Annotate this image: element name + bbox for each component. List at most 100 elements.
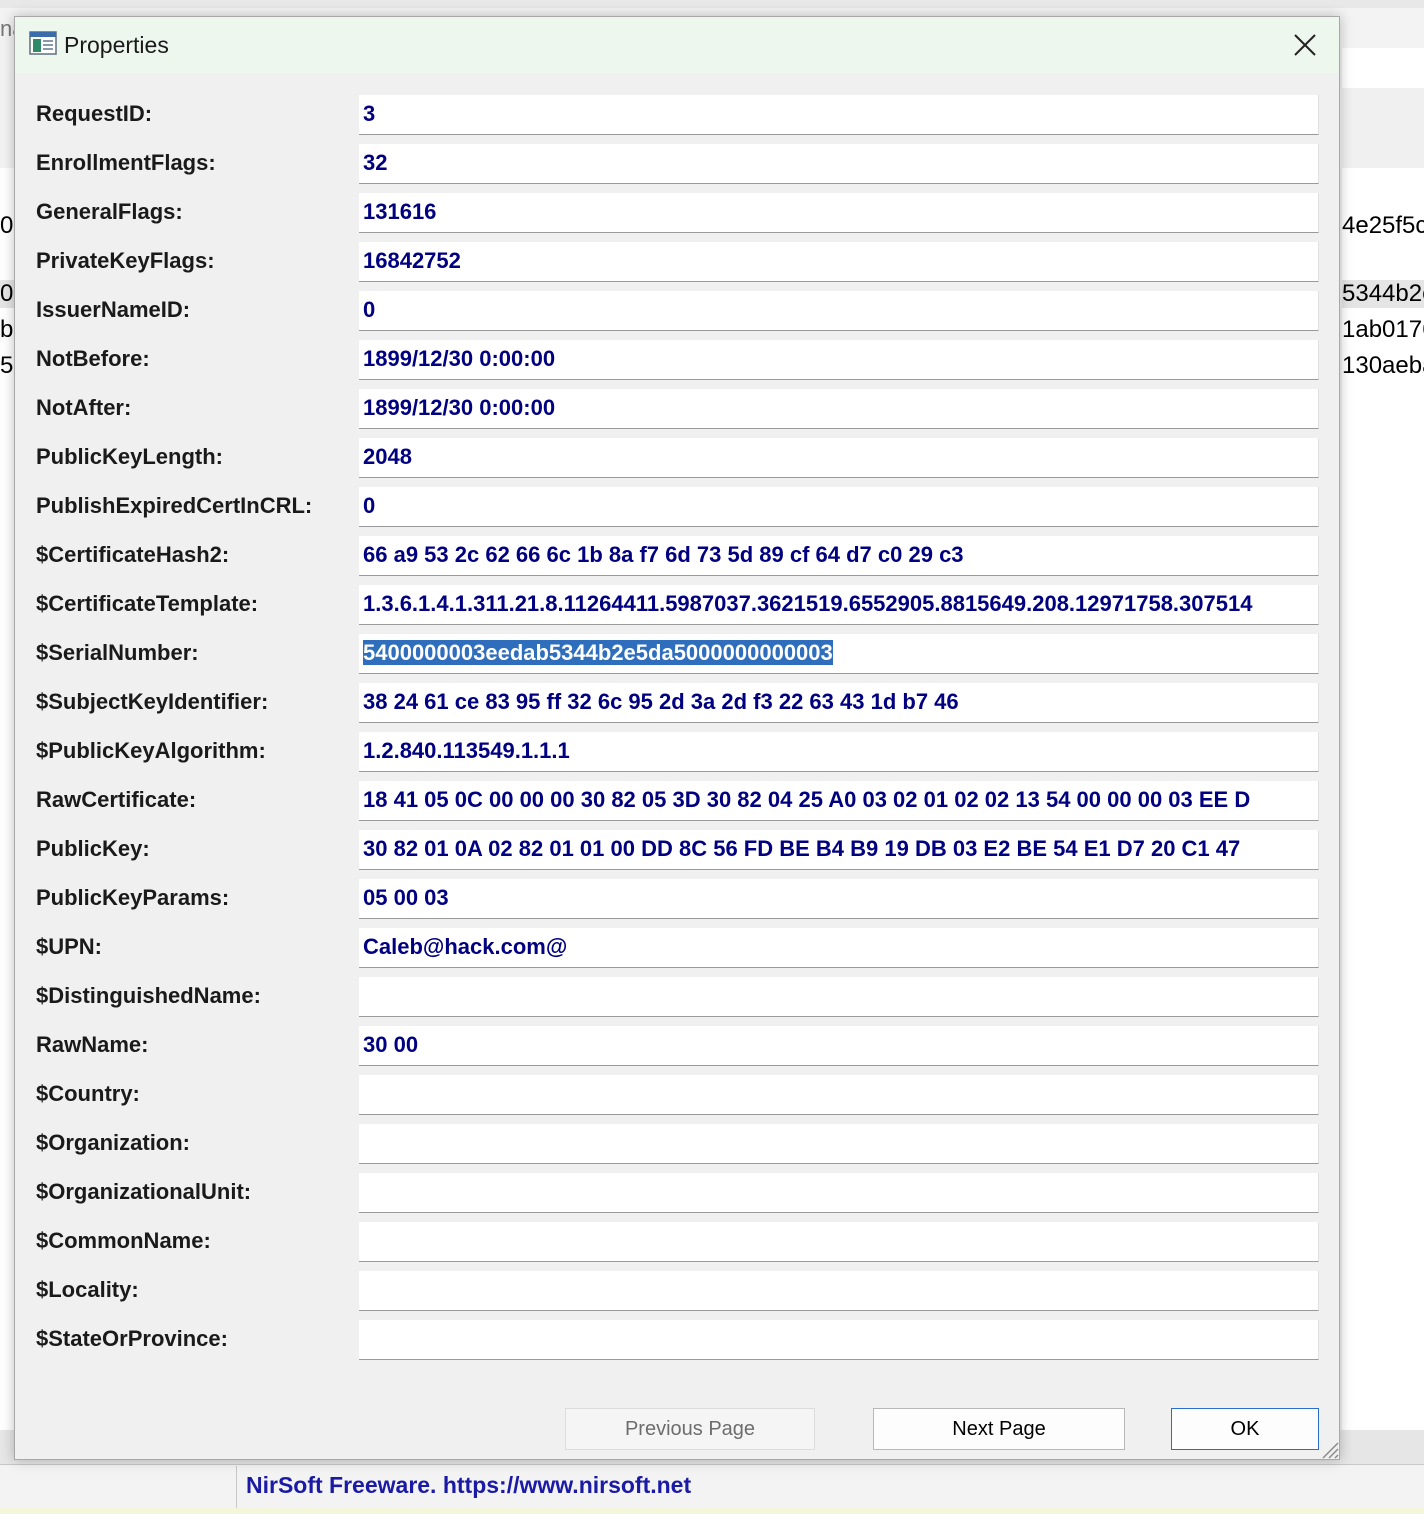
property-label: IssuerNameID: — [36, 297, 191, 322]
property-label: PublicKeyParams: — [36, 885, 230, 910]
dialog-title: Properties — [64, 32, 169, 58]
property-row: $Country: — [15, 1075, 1339, 1115]
property-row: PublicKey: 30 82 01 0A 02 82 01 01 00 DD … — [15, 830, 1339, 870]
list-item[interactable]: 1ab0176 — [1342, 316, 1424, 344]
property-value-field[interactable] — [359, 1124, 1319, 1164]
property-row: $StateOrProvince: — [15, 1320, 1339, 1360]
property-row: PrivateKeyFlags: 16842752 — [15, 242, 1339, 282]
property-row: RawName: 30 00 — [15, 1026, 1339, 1066]
property-row: EnrollmentFlags: 32 — [15, 144, 1339, 184]
property-value-field[interactable]: 38 24 61 ce 83 95 ff 32 6c 95 2d 3a 2d f… — [359, 683, 1319, 723]
property-label: $Organization: — [36, 1130, 191, 1155]
property-label: $DistinguishedName: — [36, 983, 261, 1008]
property-row: PublishExpiredCertInCRL: 0 — [15, 487, 1339, 527]
selected-text[interactable]: 5400000003eedab5344b2e5da5000000000003 — [363, 640, 833, 665]
property-value-field[interactable]: 66 a9 53 2c 62 66 6c 1b 8a f7 6d 73 5d 8… — [359, 536, 1319, 576]
list-item[interactable]: 0 — [0, 280, 14, 308]
property-row: $CommonName: — [15, 1222, 1339, 1262]
property-label: $CertificateHash2: — [36, 542, 230, 567]
property-label: $SerialNumber: — [36, 640, 199, 665]
dialog-titlebar[interactable]: Properties — [15, 17, 1339, 73]
property-value-field[interactable]: 2048 — [359, 438, 1319, 478]
property-label: $StateOrProvince: — [36, 1326, 228, 1351]
property-label: $PublicKeyAlgorithm: — [36, 738, 266, 763]
background-toolbar — [1342, 48, 1424, 88]
property-value-field[interactable]: 5400000003eedab5344b2e5da5000000000003 — [359, 634, 1319, 674]
property-row: $UPN: Caleb@hack.com@ — [15, 928, 1339, 968]
property-value-field[interactable]: 0 — [359, 487, 1319, 527]
property-value-field[interactable]: Caleb@hack.com@ — [359, 928, 1319, 968]
property-row: $CertificateTemplate: 1.3.6.1.4.1.311.21.… — [15, 585, 1339, 625]
list-item[interactable]: 0 — [0, 212, 13, 240]
list-item[interactable]: b — [0, 316, 13, 344]
next-page-button[interactable]: Next Page — [873, 1408, 1125, 1450]
property-label: $OrganizationalUnit: — [36, 1179, 252, 1204]
bottom-edge — [0, 1508, 1424, 1514]
list-item[interactable]: 5344b2e — [1342, 280, 1424, 308]
property-label: RequestID: — [36, 101, 153, 126]
property-row: RawCertificate: 18 41 05 0C 00 00 00 30 8… — [15, 781, 1339, 821]
property-value-field[interactable] — [359, 977, 1319, 1017]
property-value-field[interactable]: 30 00 — [359, 1026, 1319, 1066]
property-row: $Organization: — [15, 1124, 1339, 1164]
property-value-field[interactable]: 0 — [359, 291, 1319, 331]
close-icon — [1294, 34, 1316, 56]
property-value-field[interactable]: 131616 — [359, 193, 1319, 233]
property-value-field[interactable]: 1899/12/30 0:00:00 — [359, 340, 1319, 380]
property-label: $CertificateTemplate: — [36, 591, 259, 616]
property-label: PublishExpiredCertInCRL: — [36, 493, 313, 518]
property-value-field[interactable]: 32 — [359, 144, 1319, 184]
property-value-field[interactable] — [359, 1075, 1319, 1115]
property-value-field[interactable] — [359, 1271, 1319, 1311]
property-row: NotAfter: 1899/12/30 0:00:00 — [15, 389, 1339, 429]
property-label: $CommonName: — [36, 1228, 211, 1253]
property-label: PublicKeyLength: — [36, 444, 224, 469]
property-row: NotBefore: 1899/12/30 0:00:00 — [15, 340, 1339, 380]
property-row: $SerialNumber: 5400000003eedab5344b2e5da5… — [15, 634, 1339, 674]
property-label: PublicKey: — [36, 836, 150, 861]
background-top-bar — [0, 0, 1424, 8]
property-row: IssuerNameID: 0 — [15, 291, 1339, 331]
property-value-field[interactable]: 18 41 05 0C 00 00 00 30 82 05 3D 30 82 0… — [359, 781, 1319, 821]
property-label: NotBefore: — [36, 346, 150, 371]
property-value-field[interactable]: 1.3.6.1.4.1.311.21.8.11264411.5987037.36… — [359, 585, 1319, 625]
property-row: PublicKeyParams: 05 00 03 — [15, 879, 1339, 919]
status-bar — [0, 1464, 1424, 1511]
property-row: $DistinguishedName: — [15, 977, 1339, 1017]
background-list-header — [1342, 88, 1424, 169]
list-item[interactable]: 4e25f5c — [1342, 212, 1424, 240]
property-value-field[interactable] — [359, 1222, 1319, 1262]
property-value-field[interactable]: 30 82 01 0A 02 82 01 01 00 DD 8C 56 FD B… — [359, 830, 1319, 870]
property-label: GeneralFlags: — [36, 199, 183, 224]
previous-page-button[interactable]: Previous Page — [565, 1408, 815, 1450]
property-label: RawCertificate: — [36, 787, 197, 812]
status-divider — [236, 1466, 237, 1510]
ok-button[interactable]: OK — [1171, 1408, 1319, 1450]
property-row: $OrganizationalUnit: — [15, 1173, 1339, 1213]
property-row: $PublicKeyAlgorithm: 1.2.840.113549.1.1.1 — [15, 732, 1339, 772]
property-label: $Locality: — [36, 1277, 139, 1302]
property-row: $SubjectKeyIdentifier: 38 24 61 ce 83 95 … — [15, 683, 1339, 723]
property-row: $Locality: — [15, 1271, 1339, 1311]
property-value-field[interactable] — [359, 1173, 1319, 1213]
property-label: $Country: — [36, 1081, 140, 1106]
resize-grip-icon[interactable] — [1317, 1437, 1339, 1459]
property-label: NotAfter: — [36, 395, 132, 420]
property-value-field[interactable]: 1.2.840.113549.1.1.1 — [359, 732, 1319, 772]
property-value-field[interactable]: 16842752 — [359, 242, 1319, 282]
property-value-field[interactable]: 05 00 03 — [359, 879, 1319, 919]
close-button[interactable] — [1277, 25, 1333, 65]
property-label: RawName: — [36, 1032, 149, 1057]
property-label: $SubjectKeyIdentifier: — [36, 689, 269, 714]
properties-dialog: Properties RequestID: 3 EnrollmentFlags: 32… — [14, 16, 1340, 1460]
property-value-field[interactable]: 1899/12/30 0:00:00 — [359, 389, 1319, 429]
property-value-field[interactable] — [359, 1320, 1319, 1360]
property-label: $UPN: — [36, 934, 103, 959]
property-value-field[interactable]: 3 — [359, 95, 1319, 135]
nirsoft-link[interactable]: NirSoft Freeware. https://www.nirsoft.ne… — [246, 1472, 691, 1499]
property-row: $CertificateHash2: 66 a9 53 2c 62 66 6c 1… — [15, 536, 1339, 576]
property-label: EnrollmentFlags: — [36, 150, 216, 175]
properties-window-icon — [29, 31, 57, 55]
property-row: GeneralFlags: 131616 — [15, 193, 1339, 233]
list-item[interactable]: 130aeba — [1342, 352, 1424, 380]
